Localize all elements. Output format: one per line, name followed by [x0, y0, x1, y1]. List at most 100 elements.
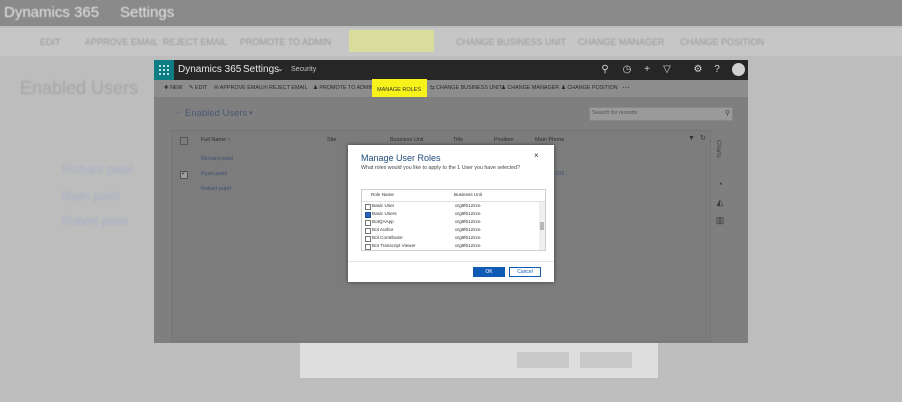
filter-icon[interactable]: ▽: [660, 63, 674, 77]
role-bu: org8f6122ce: [455, 203, 481, 208]
chevron-down-icon[interactable]: ⌄: [277, 64, 284, 73]
bg-cmd-approve: APPROVE EMAIL: [85, 37, 159, 47]
filter-icon[interactable]: ▼: [688, 135, 695, 142]
chevron-down-icon[interactable]: ▾: [249, 109, 253, 117]
breadcrumb-security[interactable]: Security: [291, 66, 316, 73]
manage-user-roles-dialog: Manage User Roles × What roles would you…: [348, 145, 554, 282]
table-row[interactable]: Ryan patel: [201, 171, 227, 177]
dialog-title: Manage User Roles: [361, 153, 441, 163]
view-title[interactable]: Enabled Users: [185, 108, 247, 119]
role-bu: org8f6122ce: [455, 219, 481, 224]
role-checkbox[interactable]: [365, 228, 371, 234]
table-row[interactable]: Robert patel: [201, 186, 231, 192]
bg-row: Robert patel: [62, 214, 128, 228]
role-name: Basic Users: [372, 211, 397, 216]
scrollbar-thumb[interactable]: [540, 222, 544, 230]
top-navbar: Dynamics 365 Settings ⌄ Security ⚲ ◷ + ▽…: [154, 60, 748, 80]
command-bar: ✚ NEW ✎ EDIT ✉ APPROVE EMAIL ✉ REJECT EM…: [154, 80, 748, 97]
row-phone: 103: [555, 171, 565, 177]
roles-list: Role Name Business Unit Basic User org8f…: [361, 189, 546, 251]
role-bu: org8f6122ce: [455, 235, 481, 240]
table-row[interactable]: Richard patel: [201, 156, 233, 162]
close-icon[interactable]: ×: [534, 152, 539, 160]
cancel-button[interactable]: Cancel: [509, 267, 541, 277]
role-bu: org8f6122ce: [455, 243, 481, 248]
search-input[interactable]: Search for records ⚲: [589, 107, 733, 121]
row-checkbox-checked[interactable]: ✓: [180, 171, 188, 179]
app-launcher-icon[interactable]: [154, 60, 174, 80]
gear-icon[interactable]: ⚙: [691, 63, 705, 77]
new-button[interactable]: ✚ NEW: [164, 85, 183, 91]
list-item[interactable]: Basic Users org8f6122ce: [364, 211, 536, 219]
bg-cmd-promote: PROMOTE TO ADMIN: [240, 37, 332, 47]
column-header[interactable]: Business Unit: [390, 137, 424, 143]
change-position-button[interactable]: ♟ CHANGE POSITION: [561, 85, 618, 91]
role-name: Basic User: [372, 203, 395, 208]
role-checkbox[interactable]: [365, 204, 371, 210]
column-header[interactable]: Site: [327, 137, 336, 143]
bg-row: Richard patel: [62, 162, 133, 176]
role-checkbox[interactable]: [365, 220, 371, 226]
list-item[interactable]: Bot Contributor org8f6122ce: [364, 235, 536, 243]
list-scrollbar[interactable]: [539, 202, 545, 250]
bg-manage-roles-highlight: [349, 30, 434, 52]
refresh-icon[interactable]: ↻: [700, 134, 706, 142]
column-header-role: Role Name: [371, 192, 394, 197]
role-checkbox-checked[interactable]: [365, 212, 371, 218]
search-icon[interactable]: ⚲: [598, 63, 612, 77]
list-item[interactable]: BotQAApp org8f6122ce: [364, 219, 536, 227]
role-bu: org8f6122ce: [455, 227, 481, 232]
bg-ok-button: [517, 352, 569, 368]
bg-cancel-button: [580, 352, 632, 368]
bg-command-bar: EDIT APPROVE EMAIL REJECT EMAIL PROMOTE …: [0, 28, 902, 56]
ok-button[interactable]: OK: [473, 267, 505, 277]
more-commands-icon[interactable]: ⋯: [622, 83, 630, 92]
approve-email-button[interactable]: ✉ APPROVE EMAIL: [214, 85, 263, 91]
role-name: Bot Contributor: [372, 235, 403, 240]
bg-settings: Settings: [120, 4, 175, 21]
column-header[interactable]: Position: [494, 137, 514, 143]
app-name[interactable]: Dynamics 365: [178, 64, 241, 75]
help-icon[interactable]: ?: [710, 63, 724, 77]
plus-icon[interactable]: +: [640, 63, 654, 77]
list-item[interactable]: Bot Transcript Viewer org8f6122ce: [364, 243, 536, 251]
bg-app-title: Dynamics 365: [4, 4, 100, 21]
list-item[interactable]: Bot Author org8f6122ce: [364, 227, 536, 235]
column-header-bu: Business Unit: [454, 192, 483, 197]
area-chart-icon[interactable]: ◭: [715, 197, 725, 207]
column-header[interactable]: Full Name ↑: [201, 137, 230, 143]
area-settings[interactable]: Settings: [243, 64, 279, 75]
search-icon[interactable]: ⚲: [725, 109, 730, 117]
charts-label[interactable]: Charts: [715, 140, 721, 158]
recent-icon[interactable]: ◷: [620, 63, 634, 77]
role-name: Bot Transcript Viewer: [372, 243, 416, 248]
role-checkbox[interactable]: [365, 236, 371, 242]
bg-cmd-change-manager: CHANGE MANAGER: [578, 37, 665, 47]
bg-row: Ryan patel: [62, 189, 120, 203]
change-manager-button[interactable]: ♟ CHANGE MANAGER: [501, 85, 559, 91]
bg-cmd-edit: EDIT: [40, 37, 61, 47]
back-arrow-icon[interactable]: ⇽: [176, 108, 183, 117]
bg-cmd-change-bu: CHANGE BUSINESS UNIT: [456, 37, 567, 47]
column-header[interactable]: Title: [453, 137, 463, 143]
bar-chart-icon[interactable]: ▥: [715, 215, 725, 225]
role-name: BotQAApp: [372, 219, 394, 224]
change-business-unit-button[interactable]: ⇆ CHANGE BUSINESS UNIT: [430, 85, 502, 91]
bg-cmd-reject: REJECT EMAIL: [163, 37, 228, 47]
role-checkbox[interactable]: [365, 244, 371, 250]
search-placeholder: Search for records: [592, 110, 638, 116]
list-item[interactable]: Basic User org8f6122ce: [364, 203, 536, 211]
edit-button[interactable]: ✎ EDIT: [189, 85, 207, 91]
role-bu: org8f6122ce: [455, 211, 481, 216]
reject-email-button[interactable]: ✉ REJECT EMAIL: [263, 85, 308, 91]
column-header[interactable]: Main Phone: [535, 137, 564, 143]
avatar[interactable]: [732, 63, 745, 76]
promote-to-admin-button[interactable]: ♟ PROMOTE TO ADMIN: [313, 85, 374, 91]
bg-view-title: Enabled Users: [20, 78, 139, 98]
dialog-subtitle: What roles would you like to apply to th…: [361, 165, 520, 171]
select-all-checkbox[interactable]: [180, 137, 188, 145]
bg-cmd-change-position: CHANGE POSITION: [680, 37, 765, 47]
manage-roles-label: MANAGE ROLES: [377, 87, 422, 93]
pie-chart-icon[interactable]: ◔: [715, 179, 725, 189]
bg-navbar: Dynamics 365 Settings: [0, 0, 902, 26]
